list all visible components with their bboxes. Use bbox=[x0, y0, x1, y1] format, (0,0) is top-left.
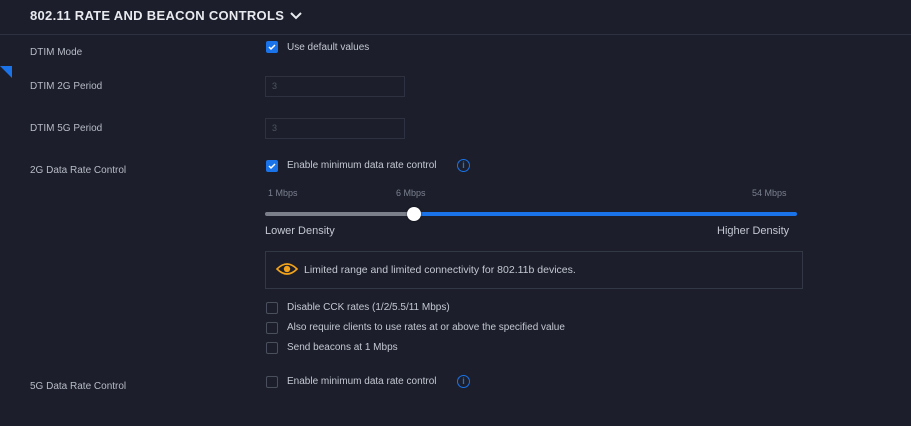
dtim-5g-input[interactable]: 3 bbox=[265, 118, 405, 139]
rate-5g-label: 5G Data Rate Control bbox=[30, 381, 127, 392]
rate-5g-checkbox[interactable] bbox=[266, 376, 278, 388]
dtim-default-checkbox[interactable] bbox=[266, 41, 278, 53]
rate-5g-checkbox-label: Enable minimum data rate control bbox=[287, 376, 437, 387]
higher-density-label: Higher Density bbox=[717, 225, 790, 237]
lower-density-label: Lower Density bbox=[265, 225, 335, 237]
require-rates-label: Also require clients to use rates at or … bbox=[287, 322, 565, 333]
slider-max-label: 54 Mbps bbox=[752, 188, 787, 198]
beacons-1mbps-checkbox[interactable] bbox=[266, 342, 278, 354]
dtim-2g-label: DTIM 2G Period bbox=[30, 81, 103, 92]
range-notice: Limited range and limited connectivity f… bbox=[265, 251, 803, 289]
eye-icon bbox=[275, 262, 299, 279]
notice-text: Limited range and limited connectivity f… bbox=[304, 264, 576, 276]
dtim-2g-input[interactable]: 3 bbox=[265, 76, 405, 97]
section-header[interactable]: 802.11 RATE AND BEACON CONTROLS bbox=[30, 8, 302, 23]
dtim-5g-label: DTIM 5G Period bbox=[30, 123, 103, 134]
disable-cck-label: Disable CCK rates (1/2/5.5/11 Mbps) bbox=[287, 302, 450, 313]
disable-cck-checkbox[interactable] bbox=[266, 302, 278, 314]
rate-2g-checkbox-label: Enable minimum data rate control bbox=[287, 160, 437, 171]
divider bbox=[0, 34, 911, 35]
dtim-mode-label: DTIM Mode bbox=[30, 47, 83, 58]
active-indicator bbox=[0, 66, 12, 78]
dtim-default-label: Use default values bbox=[287, 42, 370, 53]
rate-2g-checkbox[interactable] bbox=[266, 160, 278, 172]
slider-current-label: 6 Mbps bbox=[396, 188, 426, 198]
rate-5g-info-icon[interactable]: i bbox=[457, 375, 470, 388]
slider-track-active[interactable] bbox=[414, 212, 797, 216]
rate-2g-info-icon[interactable]: i bbox=[457, 159, 470, 172]
beacons-1mbps-label: Send beacons at 1 Mbps bbox=[287, 342, 398, 353]
section-title: 802.11 RATE AND BEACON CONTROLS bbox=[30, 8, 285, 23]
require-rates-checkbox[interactable] bbox=[266, 322, 278, 334]
slider-thumb[interactable] bbox=[407, 207, 421, 221]
slider-track-inactive[interactable] bbox=[265, 212, 414, 216]
rate-2g-label: 2G Data Rate Control bbox=[30, 165, 127, 176]
chevron-down-icon[interactable] bbox=[290, 8, 302, 23]
slider-min-label: 1 Mbps bbox=[268, 188, 298, 198]
